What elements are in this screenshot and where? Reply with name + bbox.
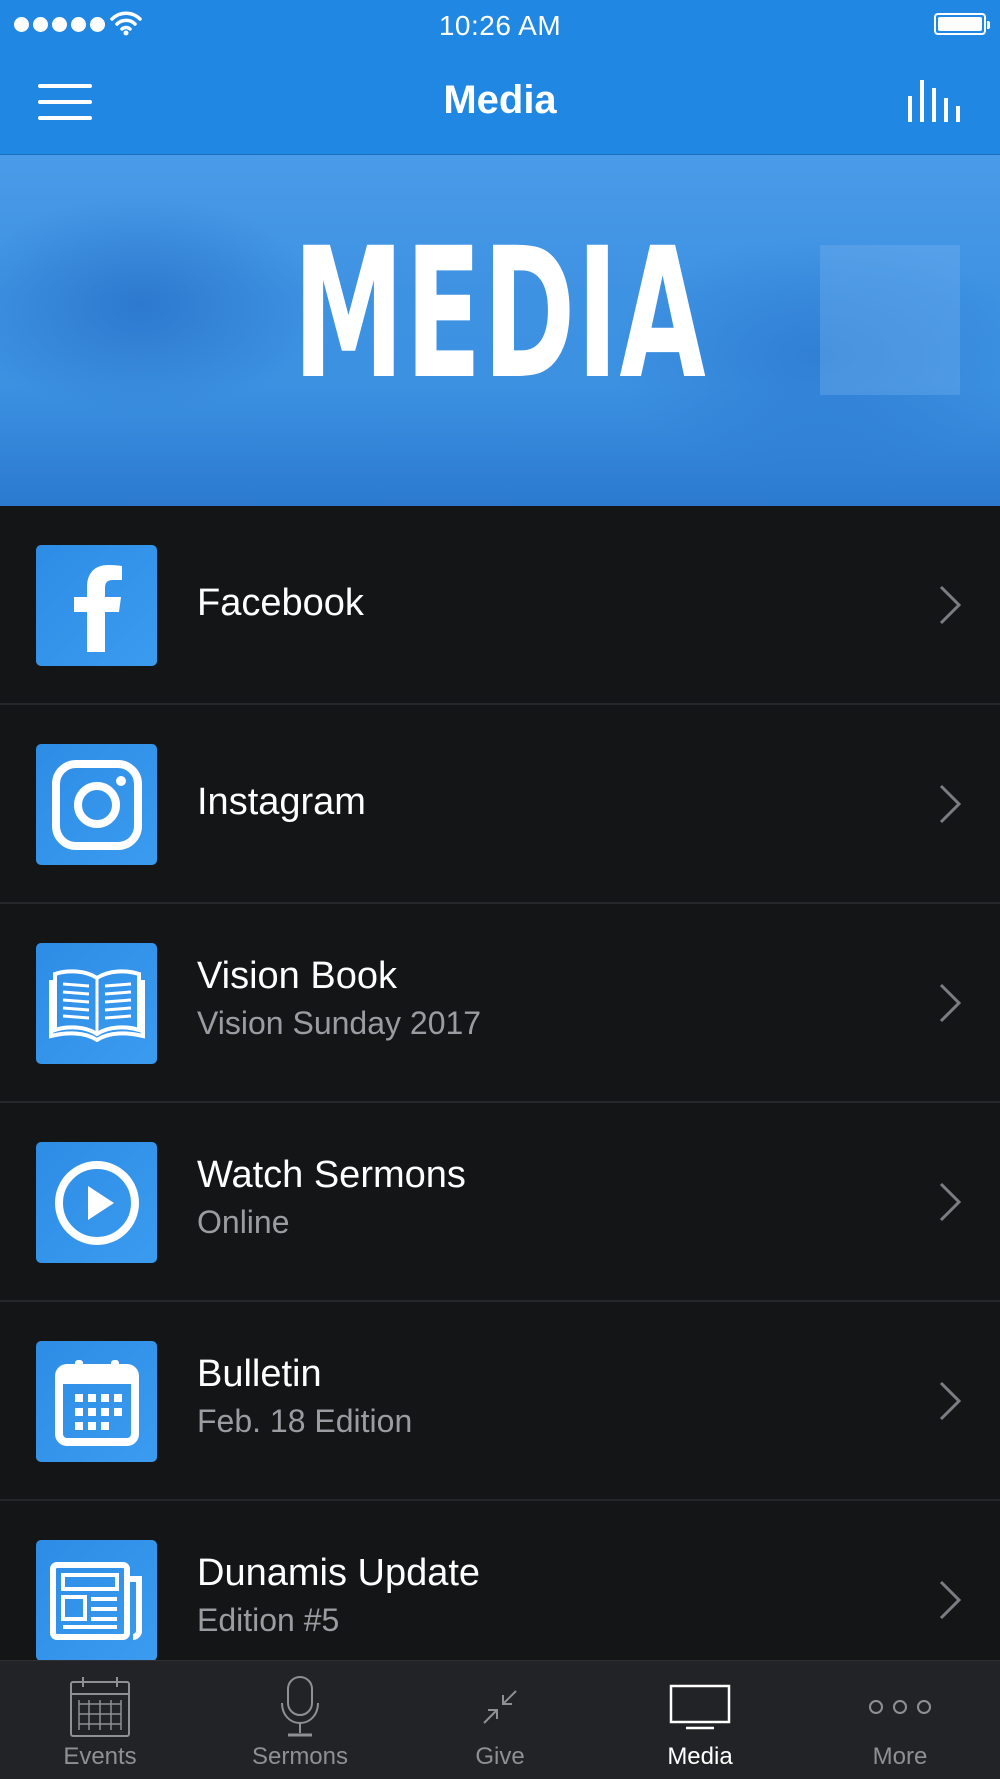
tab-sermons[interactable]: Sermons (200, 1661, 400, 1779)
arrows-in-icon (483, 1690, 517, 1724)
list-item-subtitle: Feb. 18 Edition (197, 1403, 413, 1439)
open-book-icon (36, 943, 157, 1064)
chevron-right-icon (939, 585, 962, 625)
status-bar: 10:26 AM (0, 0, 1000, 50)
list-item-subtitle: Online (197, 1204, 290, 1240)
instagram-icon (36, 744, 157, 865)
tab-give[interactable]: Give (400, 1661, 600, 1779)
tab-label: Sermons (251, 1743, 349, 1770)
list-item-bulletin[interactable]: Bulletin Feb. 18 Edition (0, 1302, 1000, 1501)
list-item-title: Vision Book (197, 955, 397, 997)
list-item-title: Instagram (197, 781, 366, 823)
list-item-vision-book[interactable]: Vision Book Vision Sunday 2017 (0, 904, 1000, 1103)
ellipsis-icon (869, 1700, 931, 1714)
play-circle-icon (36, 1142, 157, 1263)
list-item-title: Bulletin (197, 1353, 322, 1395)
chevron-right-icon (939, 1182, 962, 1222)
tab-bar: Events Sermons Give Media More (0, 1660, 1000, 1779)
tv-icon (669, 1684, 731, 1730)
battery-icon (934, 13, 990, 35)
tab-events[interactable]: Events (0, 1661, 200, 1779)
facebook-icon (36, 545, 157, 666)
hero-banner: MEDIA (0, 155, 1000, 506)
tab-label: More (872, 1743, 928, 1770)
calendar-icon (70, 1677, 130, 1737)
newspaper-icon (36, 1540, 157, 1661)
chevron-right-icon (939, 983, 962, 1023)
chevron-right-icon (939, 1381, 962, 1421)
microphone-icon (281, 1676, 319, 1737)
list-item-title: Watch Sermons (197, 1154, 466, 1196)
list-item-title: Dunamis Update (197, 1552, 481, 1594)
tab-media[interactable]: Media (600, 1661, 800, 1779)
status-time: 10:26 AM (438, 10, 562, 41)
chevron-right-icon (939, 784, 962, 824)
calendar-icon (36, 1341, 157, 1462)
list-item-facebook[interactable]: Facebook (0, 506, 1000, 705)
navigation-bar: Media (0, 50, 1000, 155)
list-item-subtitle: Edition #5 (197, 1602, 340, 1638)
media-list: Facebook Instagram Vision Book Vision Su… (0, 506, 1000, 1700)
list-item-instagram[interactable]: Instagram (0, 705, 1000, 904)
tab-label: Media (667, 1743, 733, 1770)
hero-title: MEDIA (292, 210, 708, 419)
list-item-watch-sermons[interactable]: Watch Sermons Online (0, 1103, 1000, 1302)
list-item-title: Facebook (197, 582, 364, 624)
list-item-subtitle: Vision Sunday 2017 (197, 1005, 482, 1041)
page-title: Media (443, 78, 557, 122)
chevron-right-icon (939, 1580, 962, 1620)
tab-more[interactable]: More (800, 1661, 1000, 1779)
audio-bars-icon[interactable] (906, 80, 962, 124)
tab-label: Give (475, 1743, 525, 1770)
tab-label: Events (63, 1743, 137, 1770)
